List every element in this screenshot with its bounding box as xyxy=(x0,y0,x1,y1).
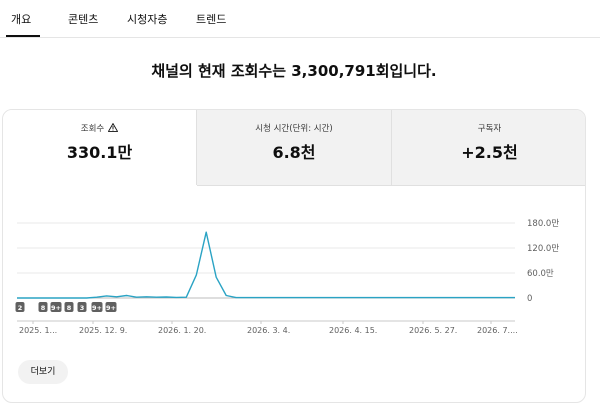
tab-content[interactable]: 콘텐츠 xyxy=(68,11,98,27)
tab-overview[interactable]: 개요 xyxy=(11,11,31,27)
tab-audience[interactable]: 시청자층 xyxy=(127,11,167,27)
annotation-marker-label: 8 xyxy=(67,304,72,312)
annotation-marker-label: 9+ xyxy=(51,304,61,312)
x-tick-label: 2026. 4. 15. xyxy=(329,326,377,335)
x-tick-label: 2026. 5. 27. xyxy=(409,326,457,335)
y-tick-label: 120.0만 xyxy=(527,244,559,254)
top-tab-bar: 개요 콘텐츠 시청자층 트렌드 xyxy=(0,0,600,38)
y-tick-label: 0 xyxy=(527,294,532,304)
see-more-button[interactable]: 더보기 xyxy=(18,360,68,384)
views-line-chart: 180.0만120.0만60.0만02 8 9+ 8 3 9+ 9+2025. 1... 20… xyxy=(15,219,559,335)
active-tab-indicator xyxy=(6,35,40,37)
series-line xyxy=(17,231,515,299)
y-tick-label: 60.0만 xyxy=(527,269,554,279)
annotation-marker-label: 9+ xyxy=(106,304,116,312)
x-tick-label: 2026. 7.... xyxy=(477,326,518,335)
x-tick-label: 2025. 1... xyxy=(19,326,57,335)
x-tick-label: 2026. 1. 20. xyxy=(158,326,206,335)
y-tick-label: 180.0만 xyxy=(527,219,559,229)
annotation-marker-label: 2 xyxy=(18,304,23,312)
x-tick-label: 2026. 3. 4. xyxy=(247,326,290,335)
x-tick-label: 2025. 12. 9. xyxy=(79,326,127,335)
annotation-marker-label: 3 xyxy=(80,304,85,312)
analytics-card: 조회수 330.1만 시청 시간(단위: 시간) 6.8천 구독자 +2.5천 … xyxy=(2,109,586,403)
annotation-marker-label: 8 xyxy=(41,304,46,312)
tab-trends[interactable]: 트렌드 xyxy=(196,11,226,27)
annotation-marker-label: 9+ xyxy=(92,304,102,312)
page-headline: 채널의 현재 조회수는 3,300,791회입니다. xyxy=(151,62,437,80)
